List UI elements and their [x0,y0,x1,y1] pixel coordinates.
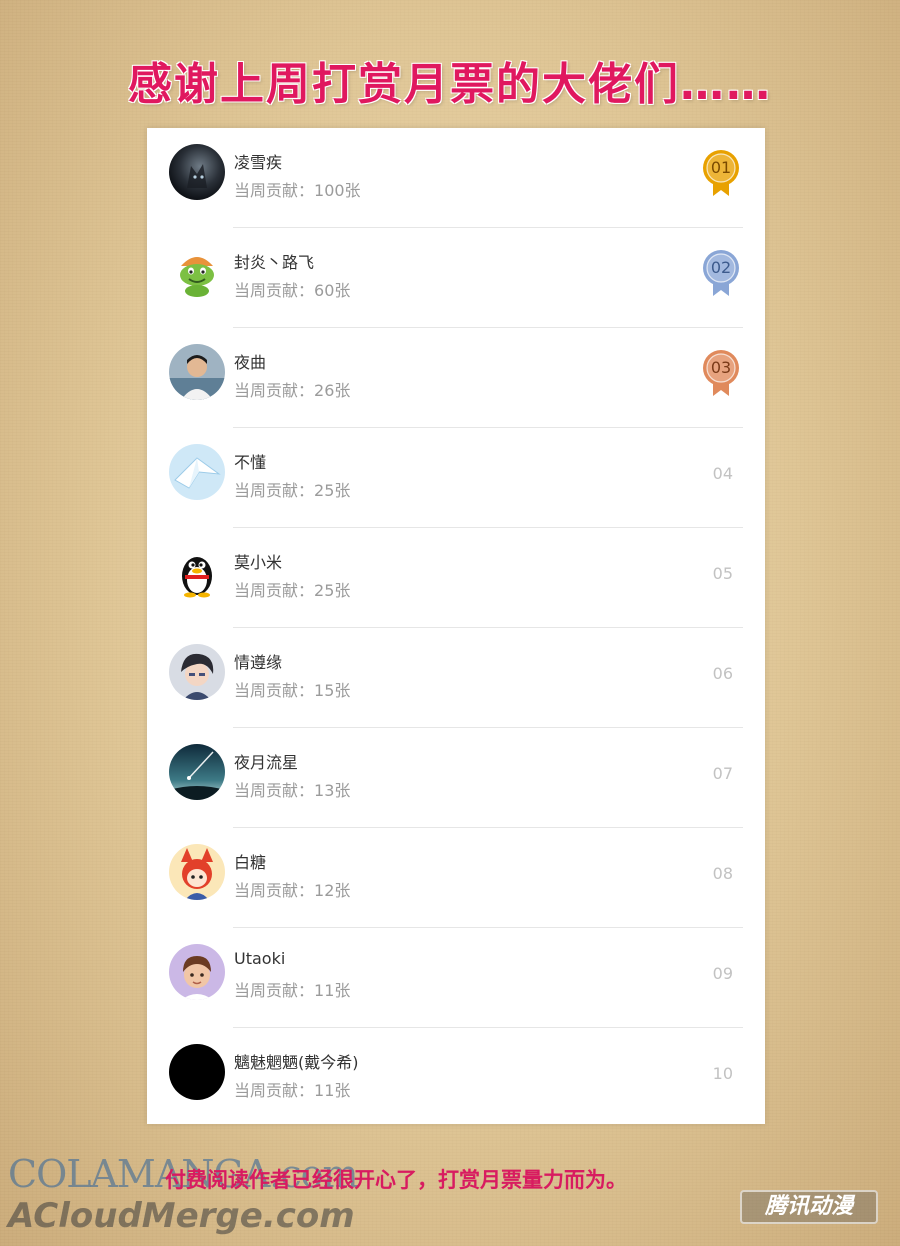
weekly-contribution: 当周贡献：25张 [234,577,350,601]
contribution-label: 当周贡献： [234,481,315,500]
ranking-row[interactable]: 夜月流星当周贡献：13张 07 [147,728,765,828]
weekly-contribution: 当周贡献：11张 [234,1077,350,1101]
contribution-value: 13张 [314,781,351,800]
rank-number: 04 [712,464,733,483]
weekly-contribution: 当周贡献：100张 [234,177,361,201]
contribution-label: 当周贡献： [234,1081,315,1100]
rank-number: 09 [712,964,733,983]
ranking-row[interactable]: 魑魅魍魉(戴今希) 当周贡献：11张 10 [147,1028,765,1128]
user-name[interactable]: 夜月流星 [234,749,298,773]
boy-photo-avatar[interactable] [169,344,225,400]
weekly-contribution: 当周贡献：13张 [234,777,350,801]
rank-number: 05 [712,564,733,583]
ranking-row[interactable]: 不懂当周贡献：25张 04 [147,428,765,528]
penguin-avatar[interactable] [169,544,225,600]
ranking-row[interactable]: 封炎丶路飞当周贡献：60张 02 [147,228,765,328]
contribution-label: 当周贡献： [234,581,315,600]
rank-number: 07 [712,764,733,783]
rank-number: 03 [710,358,732,377]
ranking-row[interactable]: 夜曲当周贡献：26张 03 [147,328,765,428]
silver-medal-icon: 02 [701,250,743,298]
rank-number: 10 [712,1064,733,1083]
rank-number: 08 [712,864,733,883]
contribution-value: 15张 [314,681,351,700]
user-name[interactable]: Utaoki [234,949,285,968]
weekly-contribution: 当周贡献：11张 [234,977,350,1001]
ranking-row[interactable]: Utaoki 当周贡献：11张 09 [147,928,765,1028]
ranking-list: 凌雪疾 当周贡献：100张 01 封炎丶路飞 当周贡献：60张 02 夜曲 当周贡献：26张 0… [147,128,765,1124]
dark-cat-avatar[interactable] [169,144,225,200]
user-name[interactable]: 情遵缘 [234,649,282,673]
meteor-sky-avatar[interactable] [169,744,225,800]
weekly-contribution: 当周贡献：60张 [234,277,350,301]
contribution-label: 当周贡献： [234,381,315,400]
rank-number: 02 [710,258,732,277]
contribution-value: 100张 [314,181,361,200]
tencent-comic-logo: 腾讯动漫 [740,1190,878,1224]
contribution-value: 25张 [314,481,351,500]
contribution-value: 12张 [314,881,351,900]
anime-boy-avatar[interactable] [169,644,225,700]
frog-avatar[interactable] [169,244,225,300]
contribution-label: 当周贡献： [234,981,315,1000]
user-name[interactable]: 封炎丶路飞 [234,249,314,273]
fox-girl-avatar[interactable] [169,844,225,900]
user-name[interactable]: 凌雪疾 [234,149,282,173]
user-name[interactable]: 不懂 [234,449,266,473]
footer-note: 付费阅读作者已经很开心了，打赏月票量力而为。 [165,1168,627,1192]
contribution-value: 26张 [314,381,351,400]
black-avatar[interactable] [169,1044,225,1100]
user-name[interactable]: 魑魅魍魉(戴今希) [234,1049,359,1073]
user-name[interactable]: 夜曲 [234,349,266,373]
weekly-contribution: 当周贡献：26张 [234,377,350,401]
acloudmerge-watermark: ACloudMerge.com [8,1196,355,1236]
bronze-medal-icon: 03 [701,350,743,398]
contribution-value: 25张 [314,581,351,600]
user-name[interactable]: 莫小米 [234,549,282,573]
page-title: 感谢上周打赏月票的大佬们…… [128,59,772,110]
weekly-contribution: 当周贡献：12张 [234,877,350,901]
contribution-label: 当周贡献： [234,681,315,700]
weekly-contribution: 当周贡献：25张 [234,477,350,501]
contribution-label: 当周贡献： [234,281,315,300]
ranking-row[interactable]: 白糖当周贡献：12张 08 [147,828,765,928]
rank-number: 01 [710,158,732,177]
contribution-label: 当周贡献： [234,781,315,800]
weekly-contribution: 当周贡献：15张 [234,677,350,701]
gold-medal-icon: 01 [701,150,743,198]
ranking-row[interactable]: 莫小米当周贡献：25张 05 [147,528,765,628]
contribution-value: 11张 [314,981,351,1000]
ranking-row[interactable]: 凌雪疾当周贡献：100张 01 [147,128,765,228]
contribution-label: 当周贡献： [234,181,315,200]
contribution-value: 11张 [314,1081,351,1100]
contribution-label: 当周贡献： [234,881,315,900]
user-name[interactable]: 白糖 [234,849,266,873]
rank-number: 06 [712,664,733,683]
paper-crane-avatar[interactable] [169,444,225,500]
cartoon-boy-avatar[interactable] [169,944,225,1000]
contribution-value: 60张 [314,281,351,300]
ranking-row[interactable]: 情遵缘当周贡献：15张 06 [147,628,765,728]
